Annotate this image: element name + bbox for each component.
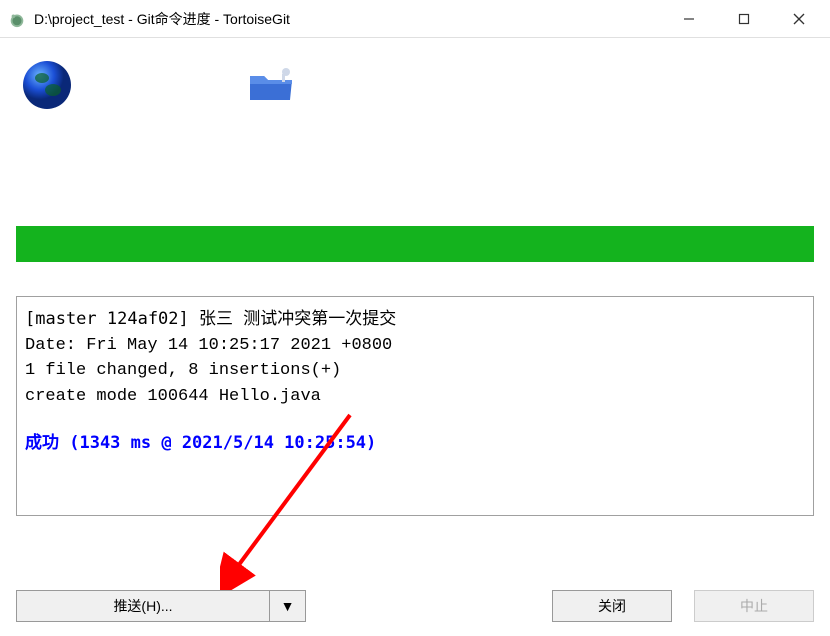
minimize-button[interactable]	[661, 4, 716, 34]
output-textbox[interactable]: [master 124af02] 张三 测试冲突第一次提交 Date: Fri …	[16, 296, 814, 516]
progress-bar	[16, 226, 814, 262]
push-dropdown-button[interactable]: ▼	[270, 590, 306, 622]
icon-row	[16, 50, 814, 126]
content-area: [master 124af02] 张三 测试冲突第一次提交 Date: Fri …	[0, 38, 830, 516]
tortoisegit-icon	[8, 10, 26, 28]
titlebar: D:\project_test - Git命令进度 - TortoiseGit	[0, 0, 830, 38]
button-row: 推送(H)... ▼ 关闭 中止	[16, 590, 814, 622]
output-commit-line: [master 124af02] 张三 测试冲突第一次提交	[25, 307, 805, 333]
close-button[interactable]: 关闭	[552, 590, 672, 622]
output-create-line: create mode 100644 Hello.java	[25, 384, 805, 410]
folder-icon	[244, 58, 298, 112]
output-changes-line: 1 file changed, 8 insertions(+)	[25, 358, 805, 384]
close-window-button[interactable]	[771, 4, 826, 34]
maximize-button[interactable]	[716, 4, 771, 34]
abort-button: 中止	[694, 590, 814, 622]
globe-icon	[20, 58, 74, 112]
output-date-line: Date: Fri May 14 10:25:17 2021 +0800	[25, 333, 805, 359]
window-title: D:\project_test - Git命令进度 - TortoiseGit	[34, 9, 661, 29]
push-button[interactable]: 推送(H)...	[16, 590, 270, 622]
output-success-line: 成功 (1343 ms @ 2021/5/14 10:25:54)	[25, 431, 805, 457]
